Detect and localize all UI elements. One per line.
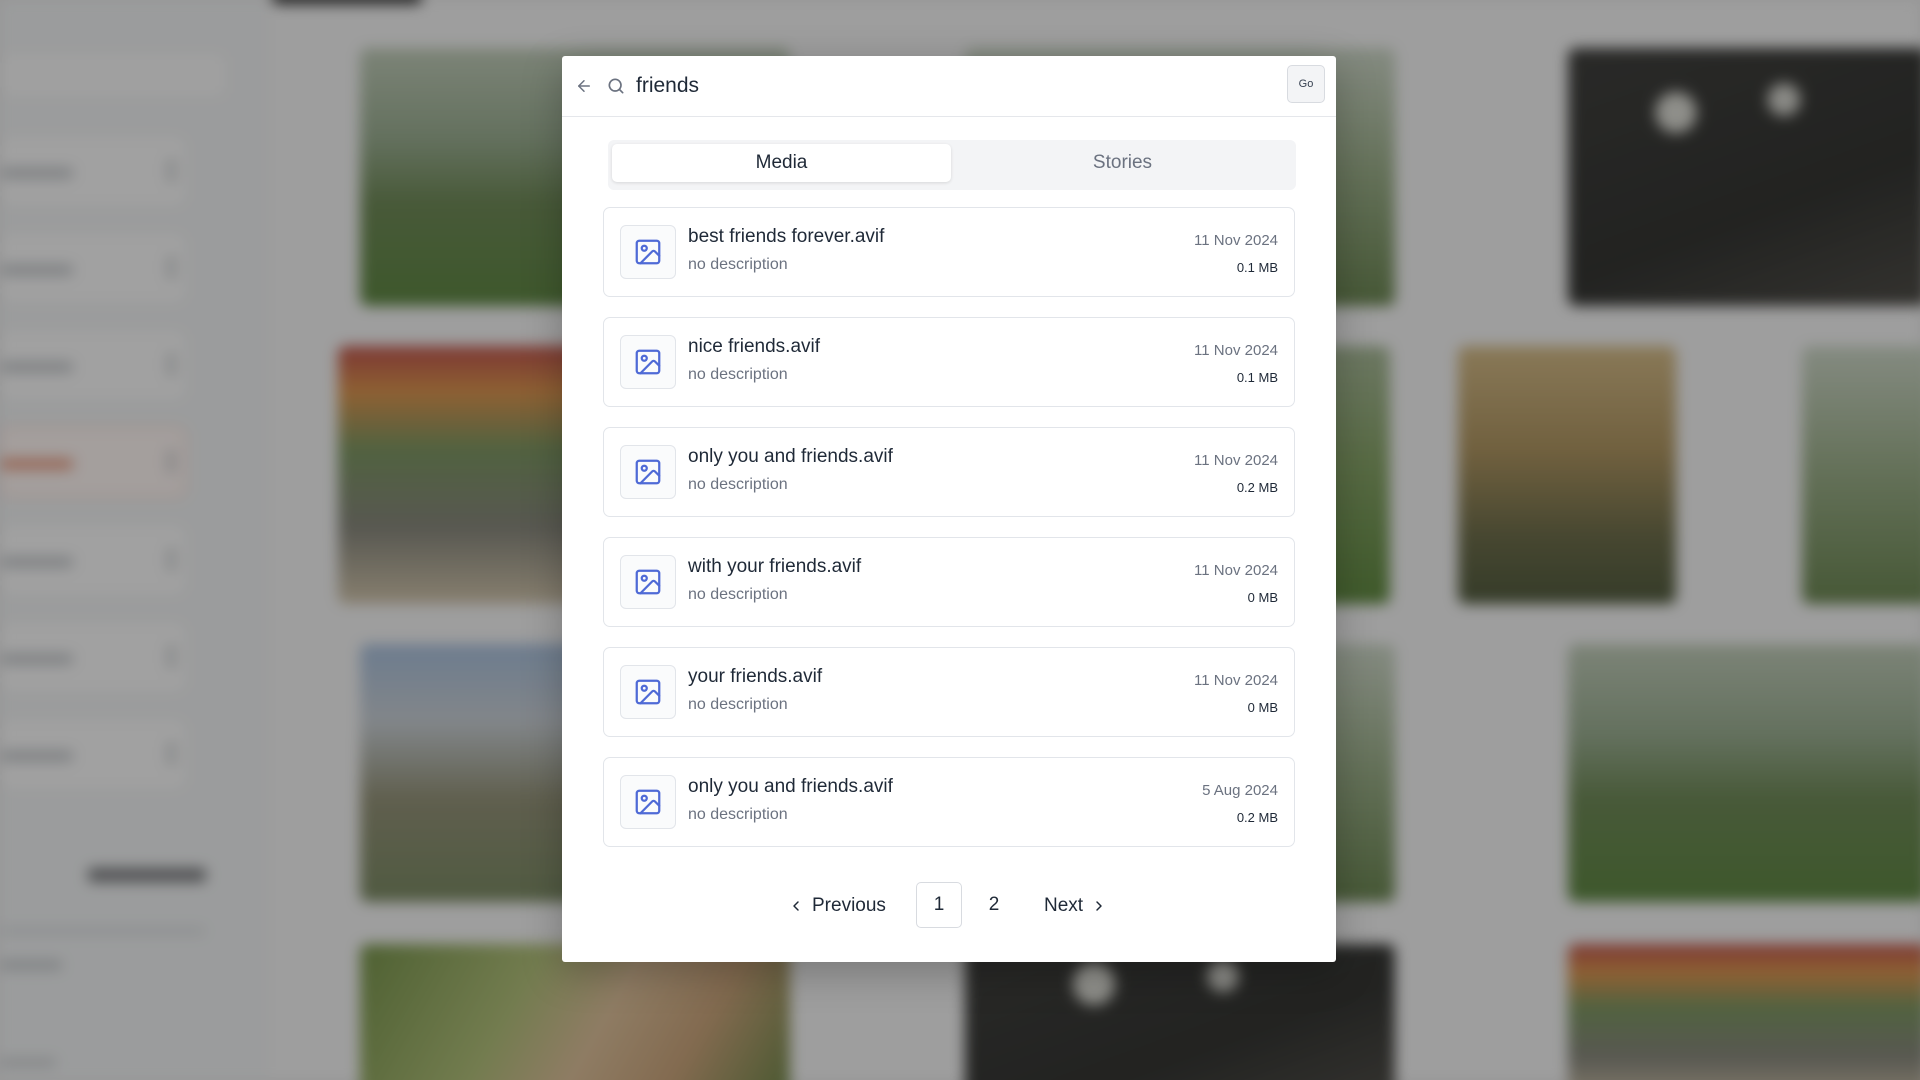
result-date: 11 Nov 2024	[1194, 562, 1278, 579]
pagination: Previous 1 2 Next	[562, 882, 1336, 930]
search-icon	[604, 74, 628, 98]
result-size: 0.1 MB	[1236, 370, 1278, 385]
result-date: 11 Nov 2024	[1194, 342, 1278, 359]
result-name: only you and friends.avif	[688, 776, 893, 797]
result-name: only you and friends.avif	[688, 446, 893, 467]
result-name: with your friends.avif	[688, 556, 862, 577]
result-description: no description	[688, 696, 788, 713]
result-date: 5 Aug 2024	[1202, 782, 1278, 799]
result-item[interactable]: best friends forever.avif no description…	[603, 207, 1295, 297]
result-item[interactable]: your friends.avif no description 11 Nov …	[603, 647, 1295, 737]
result-description: no description	[688, 256, 788, 273]
result-description: no description	[688, 586, 788, 603]
previous-page-button[interactable]: Previous	[788, 882, 898, 930]
previous-label: Previous	[812, 895, 886, 916]
result-type-tabs: Media Stories	[608, 140, 1296, 190]
image-icon	[620, 335, 676, 389]
tab-media[interactable]: Media	[612, 144, 951, 182]
chevron-right-icon	[1096, 901, 1102, 911]
result-date: 11 Nov 2024	[1194, 232, 1278, 249]
result-size: 0.2 MB	[1236, 480, 1278, 495]
result-description: no description	[688, 476, 788, 493]
result-name: nice friends.avif	[688, 336, 821, 357]
search-bar: Go	[562, 56, 1336, 117]
image-icon	[620, 445, 676, 499]
result-item[interactable]: only you and friends.avif no description…	[603, 427, 1295, 517]
result-item[interactable]: nice friends.avif no description 11 Nov …	[603, 317, 1295, 407]
result-size: 0.2 MB	[1236, 810, 1278, 825]
back-button[interactable]	[572, 74, 596, 98]
result-name: best friends forever.avif	[688, 226, 885, 247]
page-1-button[interactable]: 1	[916, 882, 962, 928]
tab-stories[interactable]: Stories	[953, 144, 1292, 182]
search-input[interactable]	[636, 68, 1236, 104]
search-modal: Go Media Stories best friends forever.av…	[562, 56, 1336, 962]
arrow-left-icon	[578, 80, 590, 92]
next-page-button[interactable]: Next	[1044, 882, 1134, 930]
result-size: 0 MB	[1247, 590, 1278, 605]
result-item[interactable]: with your friends.avif no description 11…	[603, 537, 1295, 627]
result-size: 0 MB	[1247, 700, 1278, 715]
next-label: Next	[1044, 895, 1084, 916]
result-size: 0.1 MB	[1236, 260, 1278, 275]
result-description: no description	[688, 366, 788, 383]
result-date: 11 Nov 2024	[1194, 452, 1278, 469]
result-date: 11 Nov 2024	[1194, 672, 1278, 689]
image-icon	[620, 225, 676, 279]
image-icon	[620, 775, 676, 829]
page-2-button[interactable]: 2	[971, 882, 1017, 928]
result-item[interactable]: only you and friends.avif no description…	[603, 757, 1295, 847]
result-name: your friends.avif	[688, 666, 823, 687]
go-button[interactable]: Go	[1287, 65, 1325, 103]
chevron-left-icon	[793, 901, 799, 911]
image-icon	[620, 555, 676, 609]
image-icon	[620, 665, 676, 719]
result-description: no description	[688, 806, 788, 823]
